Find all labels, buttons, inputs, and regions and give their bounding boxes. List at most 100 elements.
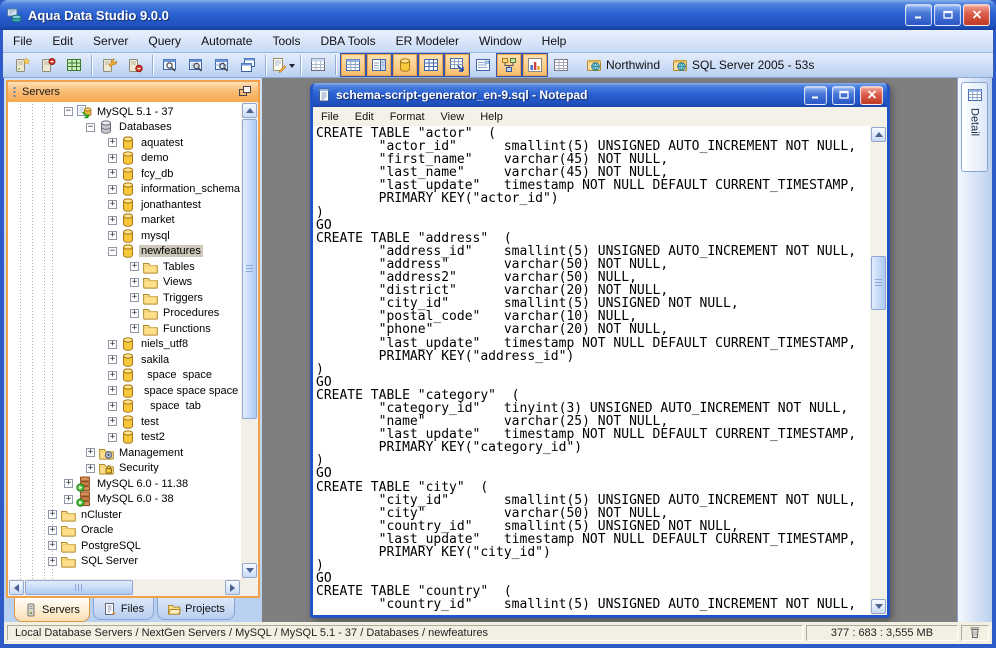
tree-item-fcy-db[interactable]: + fcy_db (8, 166, 241, 182)
expand-toggle[interactable]: + (108, 153, 117, 163)
expand-toggle[interactable]: + (108, 401, 117, 411)
tree-item-views[interactable]: + Views (8, 275, 241, 291)
expand-toggle[interactable]: + (130, 324, 139, 334)
scroll-down-button[interactable] (871, 599, 886, 614)
close-button[interactable] (963, 4, 990, 26)
tab-projects[interactable]: Projects (157, 598, 235, 620)
expand-toggle[interactable]: + (108, 231, 117, 241)
scroll-down-button[interactable] (242, 563, 257, 578)
toggle-chart-view-button[interactable] (522, 53, 548, 77)
tree-item-newfeatures[interactable]: − newfeatures (8, 244, 241, 260)
notepad-window[interactable]: schema-script-generator_en-9.sql - Notep… (310, 83, 890, 618)
tree-item-market[interactable]: + market (8, 213, 241, 229)
collapse-toggle[interactable]: − (86, 122, 95, 132)
menu-edit[interactable]: Edit (42, 34, 83, 48)
tree-horizontal-scrollbar[interactable] (8, 579, 241, 596)
menu-file[interactable]: File (3, 34, 42, 48)
menu-help[interactable]: Help (532, 34, 577, 48)
app-titlebar[interactable]: Aqua Data Studio 9.0.0 (0, 0, 996, 30)
notepad-menu-edit[interactable]: Edit (347, 111, 382, 123)
expand-toggle[interactable]: + (130, 308, 139, 318)
expand-toggle[interactable]: + (108, 138, 117, 148)
scroll-left-button[interactable] (9, 580, 24, 595)
tree-item-niels-utf8[interactable]: + niels_utf8 (8, 337, 241, 353)
expand-toggle[interactable]: + (108, 215, 117, 225)
toggle-form-view-button[interactable] (470, 53, 496, 77)
notepad-close-button[interactable] (860, 85, 883, 105)
expand-toggle[interactable]: + (108, 200, 117, 210)
notepad-minimize-button[interactable] (804, 85, 827, 105)
disconnect-server-button[interactable] (122, 53, 148, 77)
connection-sql-server-2005[interactable]: SQL Server 2005 - 53s (672, 57, 814, 73)
detail-tab[interactable]: Detail (961, 82, 988, 172)
scroll-up-button[interactable] (242, 103, 257, 118)
minimize-button[interactable] (905, 4, 932, 26)
tree-item-mysql-6-0-11-38[interactable]: + MySQL 6.0 - 11.38 (8, 476, 241, 492)
tree-item-space-tab[interactable]: + space tab (8, 399, 241, 415)
expand-toggle[interactable]: + (64, 479, 73, 489)
menu-er-modeler[interactable]: ER Modeler (386, 34, 469, 48)
toggle-grid-results-button[interactable] (340, 53, 366, 77)
toggle-db-objects-button[interactable] (392, 53, 418, 77)
tree-item-triggers[interactable]: + Triggers (8, 290, 241, 306)
expand-toggle[interactable]: + (130, 277, 139, 287)
drag-grip-icon[interactable] (13, 85, 16, 99)
tab-servers[interactable]: Servers (14, 598, 90, 622)
maximize-button[interactable] (934, 4, 961, 26)
tree-vertical-scrollbar[interactable] (241, 102, 258, 579)
schema-browser-button[interactable] (305, 53, 331, 77)
notepad-menu-view[interactable]: View (433, 111, 473, 123)
toggle-er-view-button[interactable] (496, 53, 522, 77)
cascade-windows-button[interactable] (235, 53, 261, 77)
tree-item-aquatest[interactable]: + aquatest (8, 135, 241, 151)
tree-item-security[interactable]: + Security (8, 461, 241, 477)
tree-item-sql-server[interactable]: + SQL Server (8, 554, 241, 570)
tree-item-space-space[interactable]: + space space (8, 368, 241, 384)
tree-item-jonathantest[interactable]: + jonathantest (8, 197, 241, 213)
menu-server[interactable]: Server (83, 34, 138, 48)
tree-item-test2[interactable]: + test2 (8, 430, 241, 446)
tree-item-test[interactable]: + test (8, 414, 241, 430)
toggle-table-view-button[interactable] (548, 53, 574, 77)
expand-toggle[interactable]: + (130, 262, 139, 272)
expand-toggle[interactable]: + (48, 510, 57, 520)
toggle-text-results-button[interactable] (366, 53, 392, 77)
connect-server-button[interactable] (61, 53, 87, 77)
tree-item-space-space-space[interactable]: + space space space (8, 383, 241, 399)
expand-toggle[interactable]: + (48, 556, 57, 566)
notepad-maximize-button[interactable] (832, 85, 855, 105)
notepad-menu-format[interactable]: Format (382, 111, 433, 123)
expand-toggle[interactable]: + (86, 463, 95, 473)
expand-toggle[interactable]: + (108, 169, 117, 179)
collapse-toggle[interactable]: − (64, 107, 73, 117)
tree-item-tables[interactable]: + Tables (8, 259, 241, 275)
expand-toggle[interactable]: + (86, 448, 95, 458)
tree-item-demo[interactable]: + demo (8, 151, 241, 167)
query-analyzer-button[interactable] (157, 53, 183, 77)
collapse-toggle[interactable]: − (108, 246, 117, 256)
notepad-menu-file[interactable]: File (313, 111, 347, 123)
expand-toggle[interactable]: + (48, 541, 57, 551)
expand-toggle[interactable]: + (108, 417, 117, 427)
menu-dba-tools[interactable]: DBA Tools (310, 34, 385, 48)
tree-item-information-schema[interactable]: + information_schema (8, 182, 241, 198)
server-properties-button[interactable] (96, 53, 122, 77)
tree-item-oracle[interactable]: + Oracle (8, 523, 241, 539)
tree-item-mysql[interactable]: + mysql (8, 228, 241, 244)
query-analyzer-results-button[interactable] (183, 53, 209, 77)
register-server-button[interactable] (9, 53, 35, 77)
notepad-vertical-scrollbar[interactable] (870, 126, 887, 615)
menu-automate[interactable]: Automate (191, 34, 262, 48)
toggle-table-grid-button[interactable] (418, 53, 444, 77)
expand-toggle[interactable]: + (108, 339, 117, 349)
tree-item-sakila[interactable]: + sakila (8, 352, 241, 368)
dropdown-arrow-icon[interactable] (289, 63, 295, 71)
tree-item-ncluster[interactable]: + nCluster (8, 507, 241, 523)
tree-item-mysql-6-0-38[interactable]: + MySQL 6.0 - 38 (8, 491, 241, 508)
scroll-right-button[interactable] (225, 580, 240, 595)
toggle-pivot-grid-button[interactable] (444, 53, 470, 77)
connection-northwind[interactable]: Northwind (586, 57, 660, 73)
menu-tools[interactable]: Tools (262, 34, 310, 48)
tree-item-postgresql[interactable]: + PostgreSQL (8, 538, 241, 554)
expand-toggle[interactable]: + (48, 525, 57, 535)
